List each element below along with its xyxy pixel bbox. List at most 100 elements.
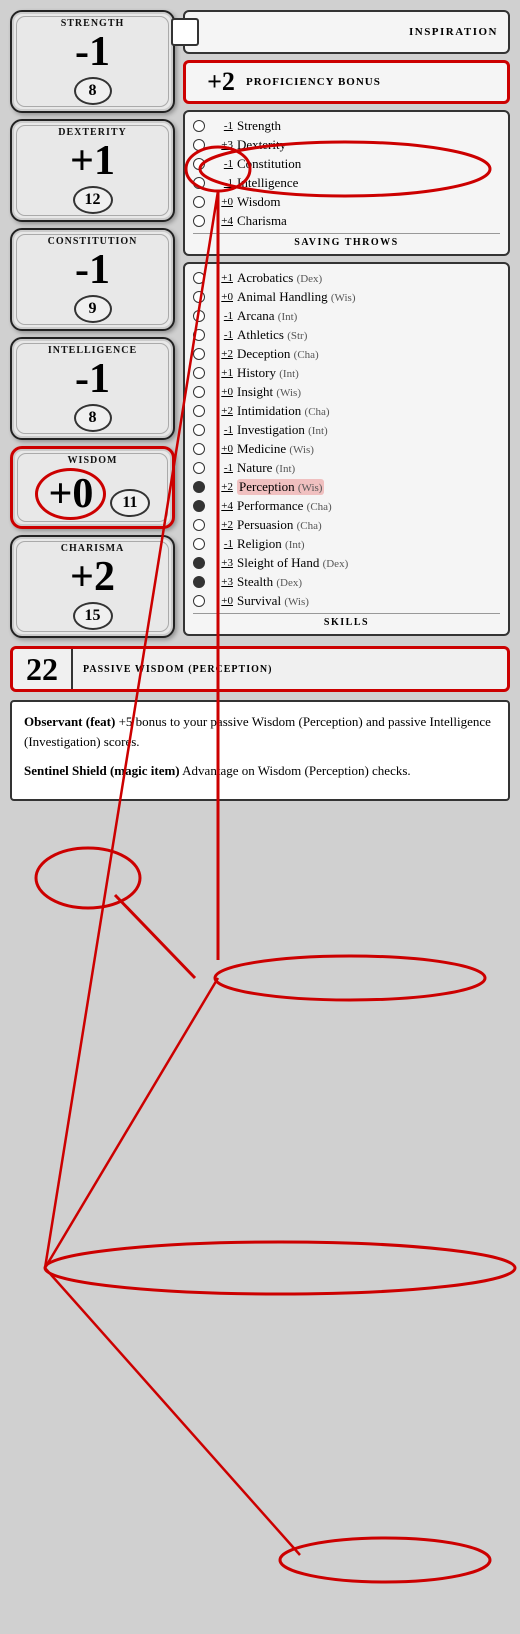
skill-name: Performance (Cha) [237,498,332,514]
save-modifier: -1 [209,158,233,170]
save-name: Constitution [237,156,301,172]
intelligence-score: 8 [74,404,112,432]
wisdom-score: 11 [110,489,149,517]
skill-name: Investigation (Int) [237,422,328,438]
skill-proficiency-circle [193,576,205,588]
strength-card: STRENGTH -1 8 [10,10,175,113]
proficiency-circle [193,177,205,189]
skill-name: Medicine (Wis) [237,441,314,457]
skill-proficiency-circle [193,462,205,474]
dexterity-score: 12 [73,186,113,214]
save-modifier: +3 [209,139,233,151]
skill-proficiency-circle [193,348,205,360]
saving-throw-row: +0 Wisdom [193,194,500,210]
notes-list: Observant (feat) +5 bonus to your passiv… [24,712,496,781]
skill-modifier: -1 [209,329,233,341]
skill-modifier: -1 [209,310,233,322]
skill-modifier: +1 [209,272,233,284]
inspiration-slot[interactable] [171,18,199,46]
skill-row: +1 History (Int) [193,365,500,381]
intelligence-label: INTELLIGENCE [20,345,165,356]
skill-proficiency-circle [193,443,205,455]
save-name: Wisdom [237,194,281,210]
skill-proficiency-circle [193,367,205,379]
proficiency-circle [193,215,205,227]
skills-list: +1 Acrobatics (Dex) +0 Animal Handling (… [193,270,500,609]
skill-row: +2 Deception (Cha) [193,346,500,362]
saving-throws-list: -1 Strength +3 Dexterity -1 Constitution… [193,118,500,229]
charisma-card: CHARISMA +2 15 [10,535,175,638]
skill-name: Sleight of Hand (Dex) [237,555,348,571]
top-section: STRENGTH -1 8 DEXTERITY +1 12 CONSTITUTI… [10,10,510,638]
skill-row: -1 Religion (Int) [193,536,500,552]
charisma-label: CHARISMA [20,543,165,554]
skill-name: Animal Handling (Wis) [237,289,356,305]
intelligence-modifier: -1 [20,358,165,400]
save-modifier: -1 [209,177,233,189]
proficiency-value: +2 [196,67,246,97]
save-name: Intelligence [237,175,298,191]
proficiency-circle [193,158,205,170]
strength-label: STRENGTH [20,18,165,29]
skill-row: +0 Insight (Wis) [193,384,500,400]
skill-name: Athletics (Str) [237,327,307,343]
passive-wisdom-label: PASSIVE WISDOM (PERCEPTION) [73,664,272,675]
skill-name: Acrobatics (Dex) [237,270,322,286]
inspiration-label: INSPIRATION [409,26,498,38]
saving-throw-row: +3 Dexterity [193,137,500,153]
proficiency-circle [193,196,205,208]
charisma-score: 15 [73,602,113,630]
strength-score: 8 [74,77,112,105]
skill-name: Stealth (Dex) [237,574,302,590]
save-name: Dexterity [237,137,286,153]
skill-row: -1 Nature (Int) [193,460,500,476]
saving-throw-row: -1 Strength [193,118,500,134]
skill-name: Perception (Wis) [237,479,324,495]
saving-throws-title: SAVING THROWS [193,233,500,248]
skill-row: +0 Survival (Wis) [193,593,500,609]
save-modifier: +0 [209,196,233,208]
skills-panel: +1 Acrobatics (Dex) +0 Animal Handling (… [183,262,510,636]
wisdom-card: WISDOM +0 11 [10,446,175,529]
ability-scores-column: STRENGTH -1 8 DEXTERITY +1 12 CONSTITUTI… [10,10,175,638]
note-title: Observant (feat) [24,714,115,729]
note-item: Sentinel Shield (magic item) Advantage o… [24,761,496,781]
saving-throws-panel: -1 Strength +3 Dexterity -1 Constitution… [183,110,510,256]
dexterity-card: DEXTERITY +1 12 [10,119,175,222]
save-name: Strength [237,118,281,134]
skill-name: Intimidation (Cha) [237,403,330,419]
skill-proficiency-circle [193,500,205,512]
saving-throw-row: -1 Constitution [193,156,500,172]
skill-row: -1 Investigation (Int) [193,422,500,438]
dexterity-modifier: +1 [20,140,165,182]
skill-modifier: +0 [209,291,233,303]
proficiency-box: +2 PROFICIENCY BONUS [183,60,510,104]
wisdom-label: WISDOM [21,455,164,466]
proficiency-circle [193,139,205,151]
dexterity-label: DEXTERITY [20,127,165,138]
skill-name: Insight (Wis) [237,384,301,400]
right-column: INSPIRATION +2 PROFICIENCY BONUS -1 Stre… [183,10,510,636]
skill-row: -1 Athletics (Str) [193,327,500,343]
skill-modifier: +0 [209,443,233,455]
skill-proficiency-circle [193,595,205,607]
skill-row: +0 Animal Handling (Wis) [193,289,500,305]
skill-row: +2 Perception (Wis) [193,479,500,495]
skill-proficiency-circle [193,538,205,550]
skills-title: SKILLS [193,613,500,628]
skill-proficiency-circle [193,519,205,531]
constitution-label: CONSTITUTION [20,236,165,247]
constitution-score: 9 [74,295,112,323]
skill-modifier: +1 [209,367,233,379]
charisma-modifier: +2 [20,556,165,598]
skill-row: +3 Sleight of Hand (Dex) [193,555,500,571]
saving-throw-row: -1 Intelligence [193,175,500,191]
skill-proficiency-circle [193,329,205,341]
skill-row: +2 Persuasion (Cha) [193,517,500,533]
skill-proficiency-circle [193,291,205,303]
skill-modifier: -1 [209,424,233,436]
passive-wisdom-row: 22 PASSIVE WISDOM (PERCEPTION) [10,646,510,692]
skill-modifier: +3 [209,576,233,588]
skill-name: Deception (Cha) [237,346,319,362]
skill-name: History (Int) [237,365,299,381]
